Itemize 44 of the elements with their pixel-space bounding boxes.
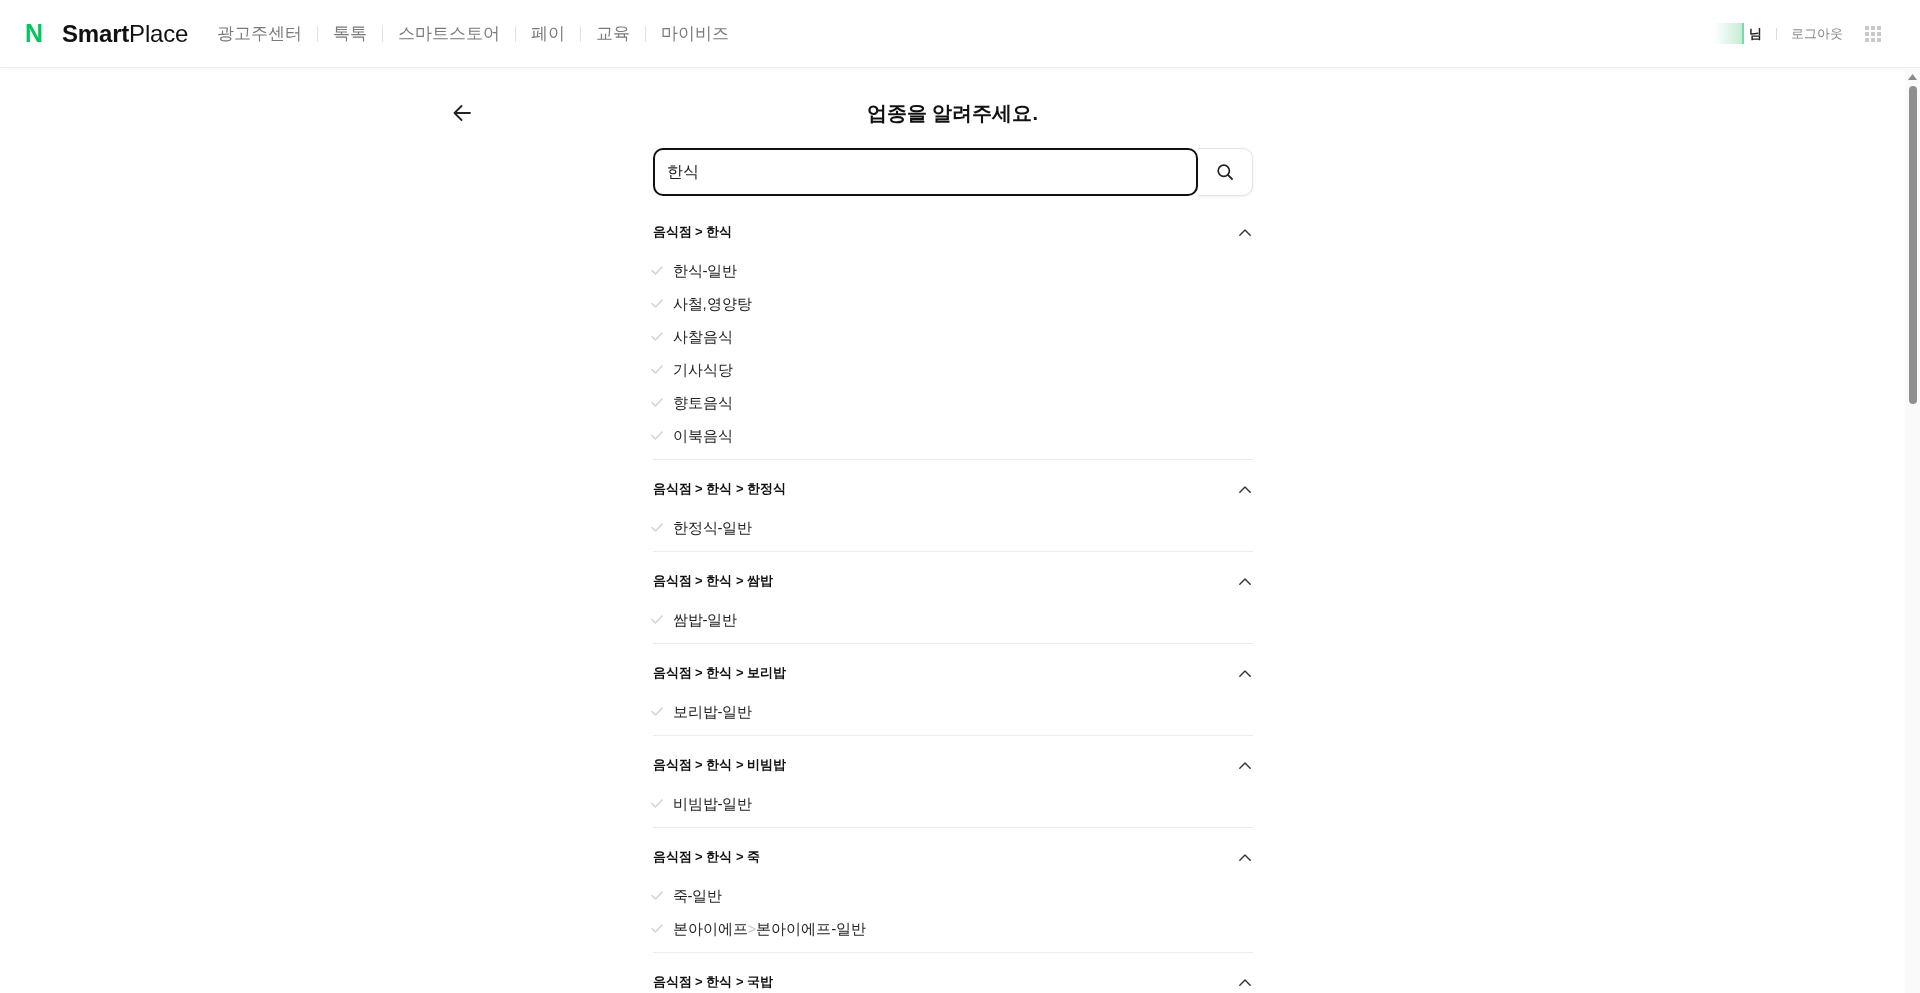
category-option[interactable]: 이북음식 [650,425,733,446]
back-button[interactable] [452,104,471,122]
nav-link[interactable]: 마이비즈 [661,20,730,47]
category-option[interactable]: 쌈밥-일반 [650,609,738,630]
category-path: 음식점 > 한식 > 보리밥 [652,665,787,681]
search-field[interactable]: 한식 [652,148,1198,196]
nav-link[interactable]: 광고주센터 [217,20,303,47]
page-title: 업종을 알려주세요. [866,103,1039,123]
category-option[interactable]: 보리밥-일반 [650,701,753,722]
category-path: 음식점 > 한식 > 쌈밥 [652,573,774,589]
chevron-up-icon[interactable] [1238,978,1251,986]
category-path: 음식점 > 한식 [652,224,733,240]
category-option[interactable]: 한정식-일반 [650,517,753,538]
category-option[interactable]: 사철,영양탕 [650,293,752,314]
chevron-up-icon[interactable] [1238,228,1251,236]
chevron-up-icon[interactable] [1238,853,1251,861]
category-path: 음식점 > 한식 > 국밥 [652,974,774,990]
search-button[interactable] [1197,148,1253,196]
category-path: 음식점 > 한식 > 죽 [652,849,761,865]
nav-link[interactable]: 톡톡 [333,20,368,47]
nav-link[interactable]: 스마트스토어 [398,20,501,47]
category-path: 음식점 > 한식 > 한정식 [652,481,787,497]
category-option[interactable]: 사찰음식 [650,326,733,347]
logout-link[interactable]: 로그아웃 [1791,23,1843,44]
scrollbar-thumb[interactable] [1908,86,1917,404]
chevron-up-icon[interactable] [1238,669,1251,677]
category-option[interactable]: 기사식당 [650,359,733,380]
blurred-name-block [1714,23,1744,44]
category-option[interactable]: 본아이에프>본아이에프-일반 [650,918,867,939]
logo-wordmark[interactable]: SmartPlace [62,21,189,46]
category-option[interactable]: 한식-일반 [650,260,738,281]
category-option[interactable]: 비빔밥-일반 [650,793,753,814]
nav-link[interactable]: 페이 [531,20,566,47]
nav-link[interactable]: 교육 [596,20,631,47]
chevron-up-icon[interactable] [1238,761,1251,769]
search-icon [1216,164,1233,180]
user-honorific: 님 [1749,24,1762,43]
back-arrow-icon [452,105,471,121]
category-option[interactable]: 향토음식 [650,392,733,413]
chevron-up-icon[interactable] [1238,485,1251,493]
chevron-up-icon[interactable] [1238,577,1251,585]
scroll-up-arrow-icon[interactable] [1908,74,1917,80]
category-path: 음식점 > 한식 > 비빔밥 [652,757,787,773]
category-option[interactable]: 죽-일반 [650,885,723,906]
